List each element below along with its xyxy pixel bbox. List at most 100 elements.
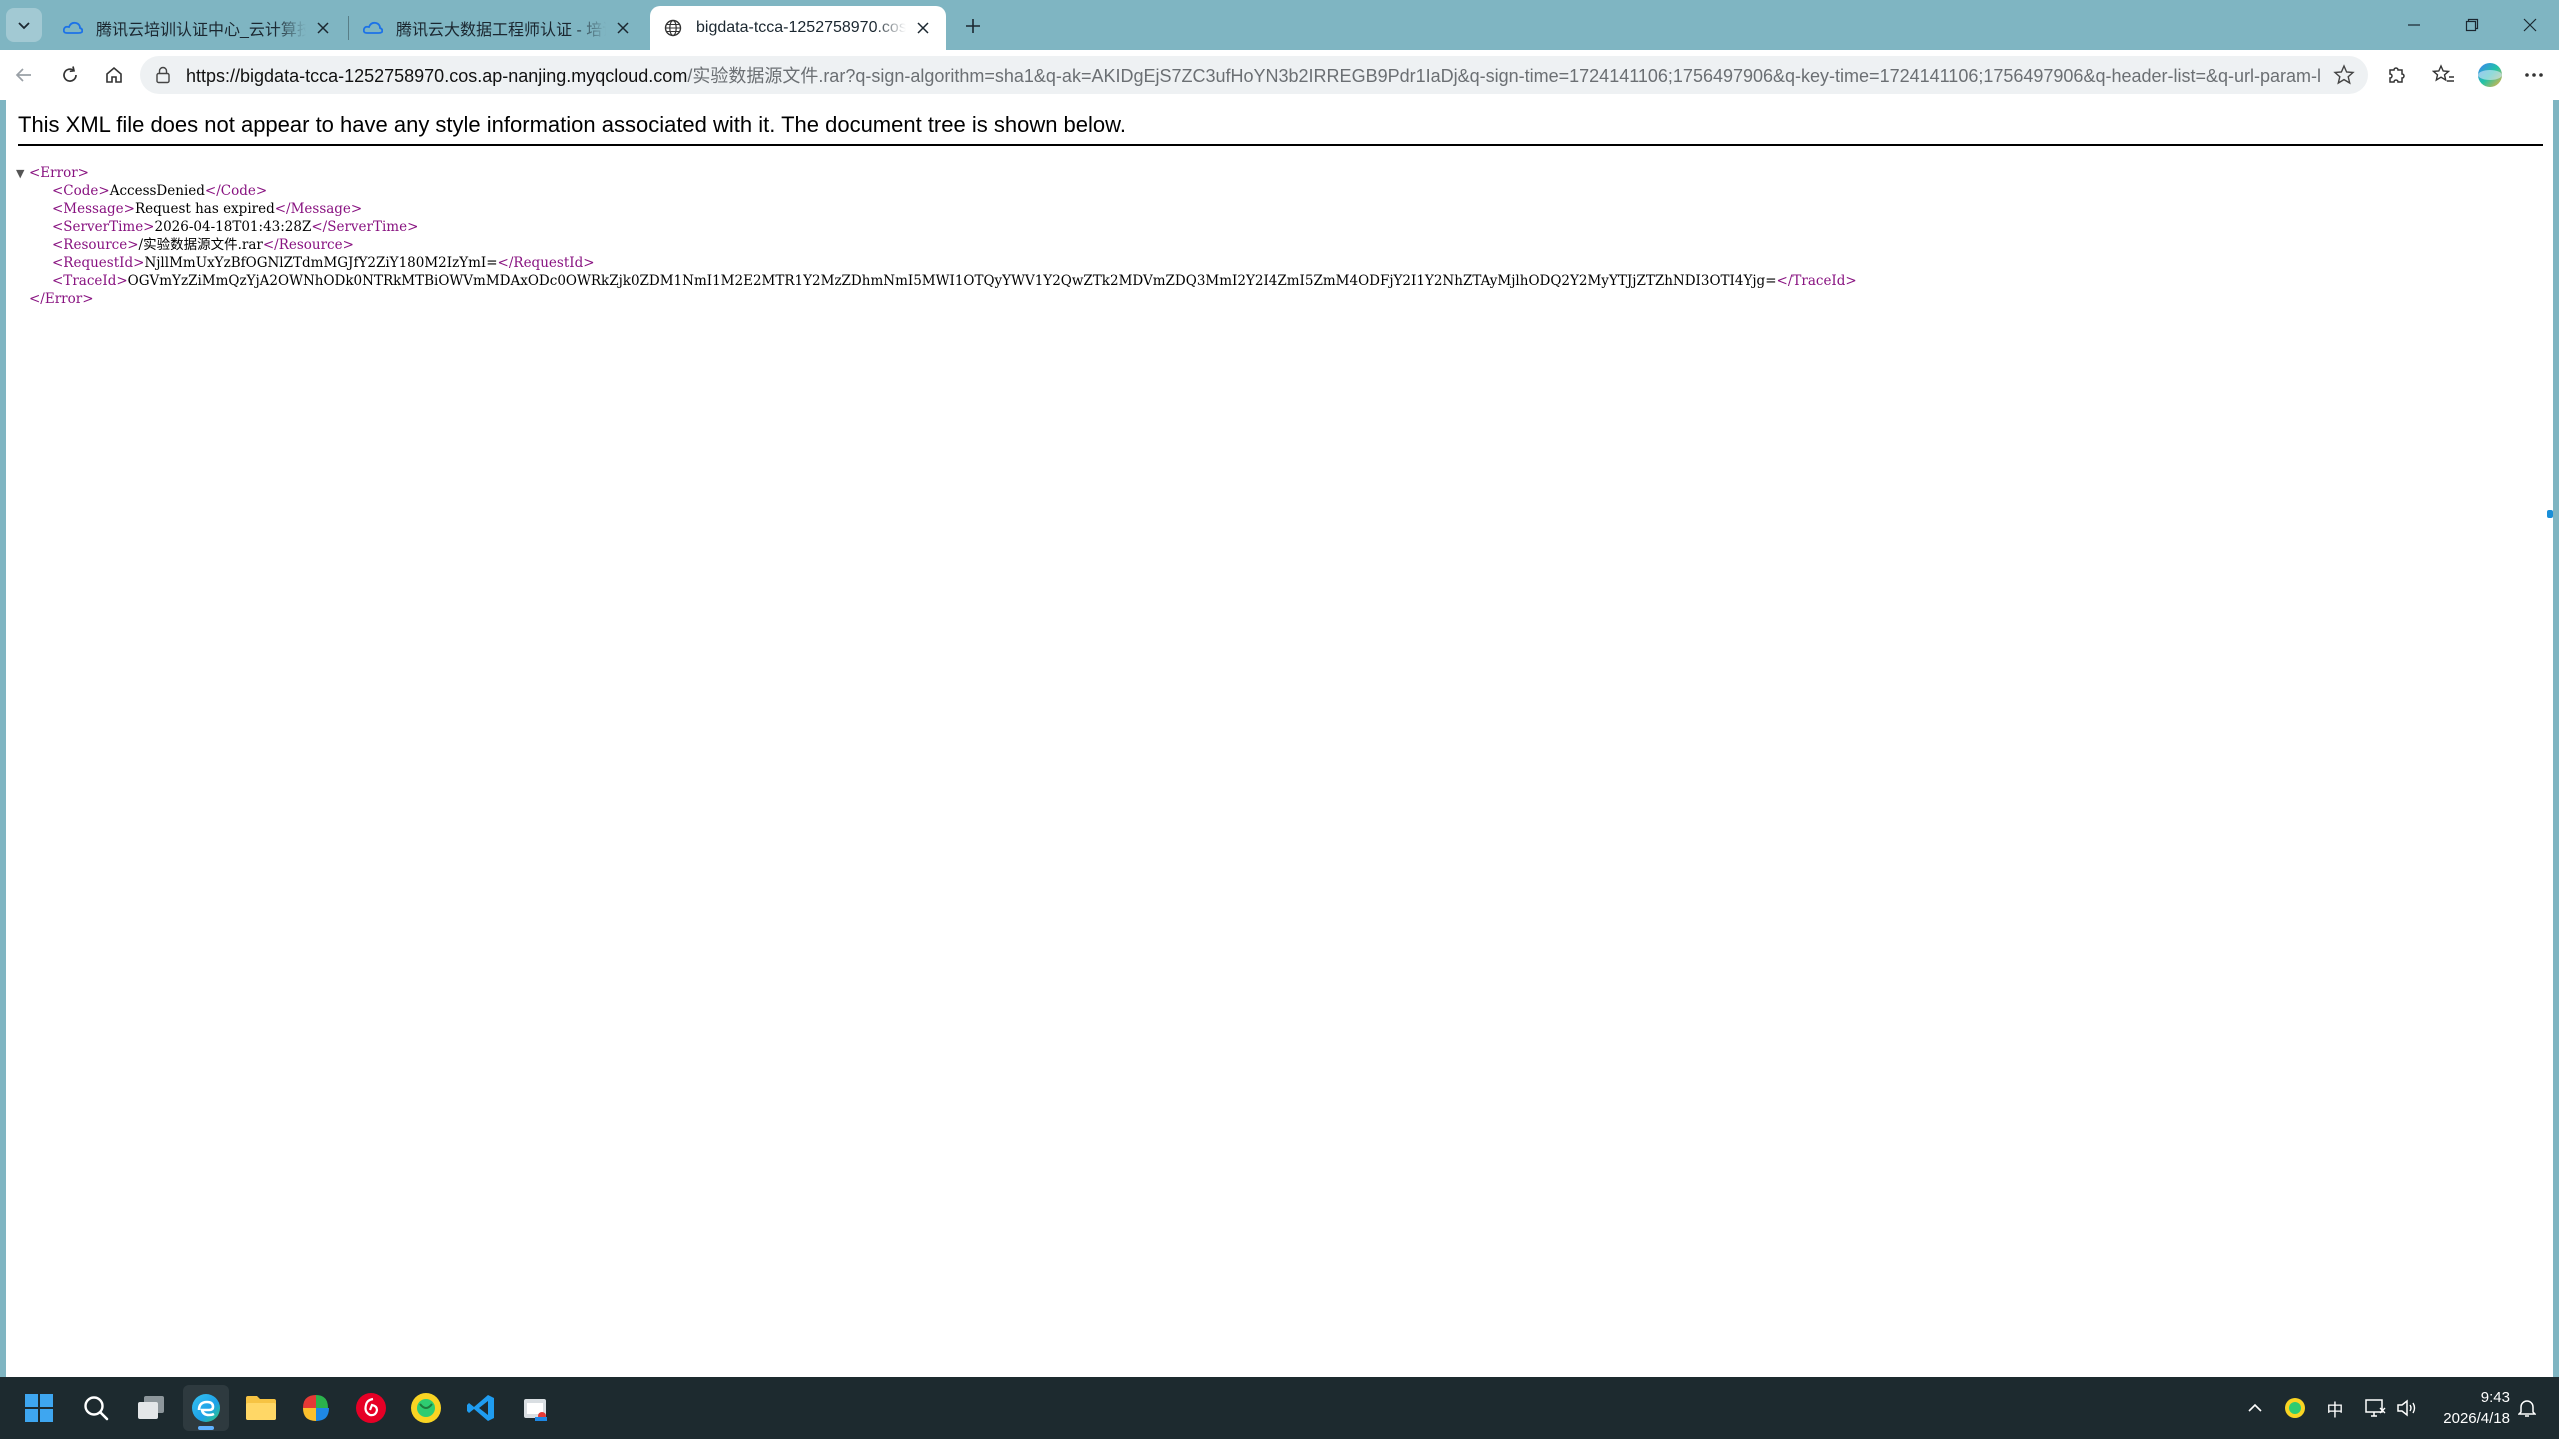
xml-value: AccessDenied xyxy=(109,183,205,199)
tab-bigdata-cos-active[interactable]: bigdata-tcca-1252758970.cos.ap-nanjing xyxy=(650,6,946,50)
plus-icon xyxy=(966,19,980,33)
reload-button[interactable] xyxy=(52,57,88,93)
xml-value: Request has expired xyxy=(134,201,275,217)
pinwheel-app-icon xyxy=(303,1395,329,1421)
reload-icon xyxy=(63,66,77,82)
notice-divider xyxy=(18,144,2543,146)
xml-root-close: </Error> xyxy=(16,290,1857,308)
notification-button[interactable] xyxy=(2512,1391,2542,1425)
tab-tencent-training-center[interactable]: 腾讯云培训认证中心_云计算技术培训 xyxy=(50,6,346,50)
xml-element-servertime: <ServerTime>2026-04-18T01:43:28Z</Server… xyxy=(52,219,419,235)
xml-value: /实验数据源文件.rar xyxy=(138,237,263,253)
xml-style-notice: This XML file does not appear to have an… xyxy=(18,112,1126,137)
settings-more-button[interactable] xyxy=(2516,57,2552,93)
tab-title: bigdata-tcca-1252758970.cos.ap-nanjing xyxy=(696,19,906,36)
home-button[interactable] xyxy=(96,57,132,93)
minimize-button[interactable] xyxy=(2385,0,2443,50)
favorite-star-icon[interactable] xyxy=(2330,61,2358,89)
puzzle-icon xyxy=(2389,67,2405,83)
chevron-up-icon xyxy=(2248,1403,2262,1412)
arrow-left-icon xyxy=(15,68,31,82)
windows-logo-icon xyxy=(25,1394,53,1422)
tray-app-icon[interactable] xyxy=(2280,1391,2310,1425)
tab-tencent-bigdata-cert[interactable]: 腾讯云大数据工程师认证 - 培训认证 xyxy=(350,6,646,50)
xml-viewer-page: This XML file does not appear to have an… xyxy=(6,100,2553,1377)
close-icon[interactable] xyxy=(612,17,634,39)
tab-title: 腾讯云大数据工程师认证 - 培训认证 xyxy=(396,22,606,39)
music-app-icon xyxy=(356,1393,386,1423)
tab-strip: 腾讯云培训认证中心_云计算技术培训 腾讯云大数据工程师认证 - 培训认证 big… xyxy=(0,0,2559,50)
minimize-icon xyxy=(2408,24,2420,26)
favorites-button[interactable] xyxy=(2426,57,2462,93)
restore-icon xyxy=(2465,18,2479,32)
collapse-triangle-icon[interactable]: ▼ xyxy=(16,165,29,183)
home-icon xyxy=(106,66,122,83)
taskbar-edge[interactable] xyxy=(183,1385,229,1431)
network-status[interactable] xyxy=(2360,1391,2390,1425)
url-host: https://bigdata-tcca-1252758970.cos.ap-n… xyxy=(186,66,688,86)
tencent-cloud-icon xyxy=(62,17,84,39)
volume-control[interactable] xyxy=(2392,1391,2422,1425)
start-button[interactable] xyxy=(16,1385,62,1431)
copilot-button[interactable] xyxy=(2472,57,2508,93)
snipping-tool-icon xyxy=(524,1399,547,1421)
scroll-position-marker xyxy=(2547,510,2553,518)
url-text[interactable]: https://bigdata-tcca-1252758970.cos.ap-n… xyxy=(186,62,2322,88)
extensions-button[interactable] xyxy=(2378,57,2414,93)
browser-toolbar: https://bigdata-tcca-1252758970.cos.ap-n… xyxy=(0,50,2559,100)
xml-value: OGVmYzZiMmQzYjA2OWNhODk0NTRkMTBiOWVmMDAx… xyxy=(127,273,1777,289)
xml-value: 2026-04-18T01:43:28Z xyxy=(154,219,312,235)
more-horizontal-icon xyxy=(2525,73,2543,77)
vscode-icon xyxy=(467,1395,494,1421)
show-hidden-icons-button[interactable] xyxy=(2240,1391,2270,1425)
taskbar-snipping-tool[interactable] xyxy=(513,1385,559,1431)
new-tab-button[interactable] xyxy=(956,10,990,42)
taskbar-file-explorer[interactable] xyxy=(238,1385,284,1431)
taskbar-app-yellow[interactable] xyxy=(403,1385,449,1431)
taskbar-netease-music[interactable] xyxy=(348,1385,394,1431)
tab-separator xyxy=(348,16,349,40)
xml-root-open[interactable]: ▼ <Error> xyxy=(16,164,1857,182)
favorites-icon xyxy=(2432,64,2454,82)
close-icon[interactable] xyxy=(912,17,934,39)
xml-tag: <Error> xyxy=(29,165,89,181)
xml-element-requestid: <RequestId>NjllMmUxYzBfOGNlZTdmMGJfY2ZiY… xyxy=(52,255,595,271)
folder-icon xyxy=(246,1396,276,1420)
window-close-button[interactable] xyxy=(2501,0,2559,50)
close-icon[interactable] xyxy=(312,17,334,39)
xml-tag: </Error> xyxy=(29,291,94,307)
system-clock[interactable]: 9:43 2026/4/18 xyxy=(2430,1387,2510,1429)
edge-browser-icon xyxy=(192,1394,220,1422)
green-circle-app-icon xyxy=(411,1393,441,1423)
windows-taskbar: 中 9:43 2026/4/18 xyxy=(0,1377,2559,1439)
input-method-indicator[interactable]: 中 xyxy=(2320,1391,2350,1425)
xml-tree: ▼ <Error> <Code>AccessDenied</Code> <Mess… xyxy=(16,164,1857,308)
search-button[interactable] xyxy=(73,1385,119,1431)
active-indicator xyxy=(198,1426,214,1430)
task-view-button[interactable] xyxy=(128,1385,174,1431)
xml-element-code: <Code>AccessDenied</Code> xyxy=(52,183,268,199)
xml-element-traceid: <TraceId>OGVmYzZiMmQzYjA2OWNhODk0NTRkMTB… xyxy=(52,273,1857,289)
address-bar[interactable]: https://bigdata-tcca-1252758970.cos.ap-n… xyxy=(140,56,2368,94)
tab-title: 腾讯云培训认证中心_云计算技术培训 xyxy=(96,22,306,39)
restore-button[interactable] xyxy=(2443,0,2501,50)
globe-icon xyxy=(662,17,684,39)
tab-actions-menu-button[interactable] xyxy=(6,8,42,42)
task-view-icon xyxy=(138,1396,164,1419)
network-icon xyxy=(2365,1399,2386,1417)
url-path: /实验数据源文件.rar?q-sign-algorithm=sha1&q-ak=… xyxy=(687,66,2322,86)
speaker-icon xyxy=(2397,1399,2416,1417)
xml-element-resource: <Resource>/实验数据源文件.rar</Resource> xyxy=(52,237,354,253)
search-icon xyxy=(84,1396,109,1421)
xml-element-message: <Message>Request has expired</Message> xyxy=(52,201,363,217)
clock-time: 9:43 xyxy=(2480,1389,2510,1406)
tray-green-app-icon xyxy=(2285,1398,2305,1418)
site-info-icon[interactable] xyxy=(150,62,176,88)
back-button[interactable] xyxy=(6,57,42,93)
taskbar-app-pinwheel[interactable] xyxy=(293,1385,339,1431)
copilot-icon xyxy=(2478,63,2502,87)
chevron-down-icon xyxy=(18,22,30,30)
taskbar-vscode[interactable] xyxy=(458,1385,504,1431)
xml-value: NjllMmUxYzBfOGNlZTdmMGJfY2ZiY180M2IzYmI= xyxy=(144,255,498,271)
scrollbar[interactable] xyxy=(2547,450,2553,520)
